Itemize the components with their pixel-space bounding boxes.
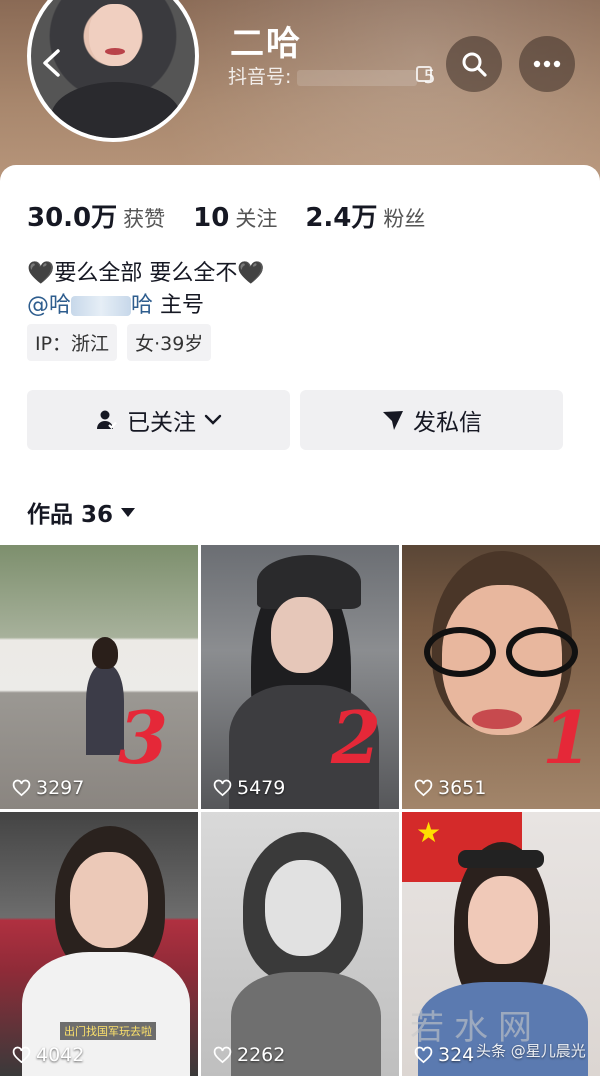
heart-icon — [213, 779, 232, 797]
avatar-lips — [105, 48, 125, 55]
sunglasses — [458, 850, 544, 868]
profile-tags: IP：浙江 女·39岁 — [27, 324, 212, 361]
heart-icon — [12, 779, 31, 797]
bio-line: 🖤要么全部 要么全不🖤 — [27, 261, 265, 286]
douyin-id-label: 抖音号: — [228, 66, 292, 88]
glasses-left — [424, 627, 496, 677]
video-thumbnail[interactable]: 出门找国军玩去啦 4042 — [0, 812, 198, 1076]
heart-icon — [12, 1046, 31, 1064]
send-icon — [383, 411, 403, 430]
like-count: 2262 — [213, 1044, 285, 1066]
handwritten-mark: 2 — [331, 695, 382, 780]
following-label-text: 已关注 — [127, 410, 196, 436]
more-icon — [533, 60, 561, 68]
works-tab-label: 作品 36 — [27, 502, 114, 528]
profile-card: 30.0万 获赞 10 关注 2.4万 粉丝 🖤要么全部 要么全不🖤 @哈 哈 主… — [0, 165, 600, 545]
avatar-face — [89, 4, 141, 66]
video-caption: 出门找国军玩去啦 — [60, 1022, 156, 1040]
message-label-text: 发私信 — [413, 410, 482, 436]
heart-icon — [414, 779, 433, 797]
likes-count[interactable]: 30.0万 — [27, 197, 117, 234]
like-count: 3297 — [12, 777, 84, 799]
more-button[interactable] — [519, 36, 575, 92]
stats-row: 30.0万 获赞 10 关注 2.4万 粉丝 — [27, 197, 453, 234]
handwritten-mark: 1 — [542, 695, 593, 780]
video-grid: 3 3297 2 5479 1 3651 出门找国军玩去啦 4042 2262 … — [0, 545, 600, 1079]
mention-suffix: 哈 — [131, 293, 154, 318]
caret-down-icon — [121, 507, 136, 517]
person-face — [468, 876, 538, 964]
handwritten-mark: 3 — [118, 695, 169, 780]
like-count: 3651 — [414, 777, 486, 799]
like-count-value: 2262 — [237, 1044, 286, 1066]
mention-link[interactable]: @哈 哈 — [27, 293, 153, 318]
likes-label[interactable]: 获赞 — [123, 203, 165, 233]
following-button[interactable]: 已关注 — [27, 390, 290, 450]
video-thumbnail[interactable]: 2 5479 — [201, 545, 399, 809]
tag-ip: IP：浙江 — [27, 324, 118, 361]
works-tab[interactable]: 作品 36 — [27, 495, 136, 529]
douyin-id: 抖音号: 5 — [228, 62, 436, 89]
like-count-value: 5479 — [237, 777, 286, 799]
douyin-id-blurred — [297, 69, 418, 86]
following-label[interactable]: 关注 — [235, 203, 277, 233]
username: 二哈 — [230, 24, 302, 64]
like-count-value: 4042 — [36, 1044, 85, 1066]
like-count: 5479 — [213, 777, 285, 799]
followers-count[interactable]: 2.4万 — [305, 197, 377, 234]
mention-blurred — [71, 296, 132, 316]
mention-note: 主号 — [160, 293, 205, 318]
person-head — [92, 637, 118, 669]
copy-icon[interactable] — [416, 66, 432, 82]
avatar-body — [51, 82, 181, 138]
tag-gender-age: 女·39岁 — [127, 324, 212, 361]
flag-star-icon: ★ — [416, 816, 442, 849]
lips — [472, 709, 522, 729]
person-face — [70, 852, 148, 948]
bio-mention-line: @哈 哈 主号 — [27, 287, 204, 319]
followers-label[interactable]: 粉丝 — [383, 203, 425, 233]
heart-icon — [213, 1046, 232, 1064]
source-watermark: 头条 @星儿晨光 — [476, 1042, 586, 1060]
glasses-right — [506, 627, 578, 677]
person-face — [271, 597, 333, 673]
video-thumbnail[interactable]: 1 3651 — [402, 545, 600, 809]
search-icon — [462, 52, 487, 77]
like-count: 4042 — [12, 1044, 84, 1066]
video-thumbnail[interactable]: 2262 — [201, 812, 399, 1076]
search-button[interactable] — [446, 36, 502, 92]
back-icon[interactable] — [38, 48, 64, 78]
user-check-icon — [97, 410, 117, 430]
like-count-value: 3297 — [36, 777, 85, 799]
chevron-down-icon — [204, 414, 222, 425]
message-button[interactable]: 发私信 — [300, 390, 563, 450]
following-count[interactable]: 10 — [193, 203, 229, 233]
person-face — [265, 860, 341, 956]
mention-prefix: @哈 — [27, 293, 72, 318]
like-count-value: 3651 — [438, 777, 487, 799]
video-thumbnail[interactable]: 3 3297 — [0, 545, 198, 809]
